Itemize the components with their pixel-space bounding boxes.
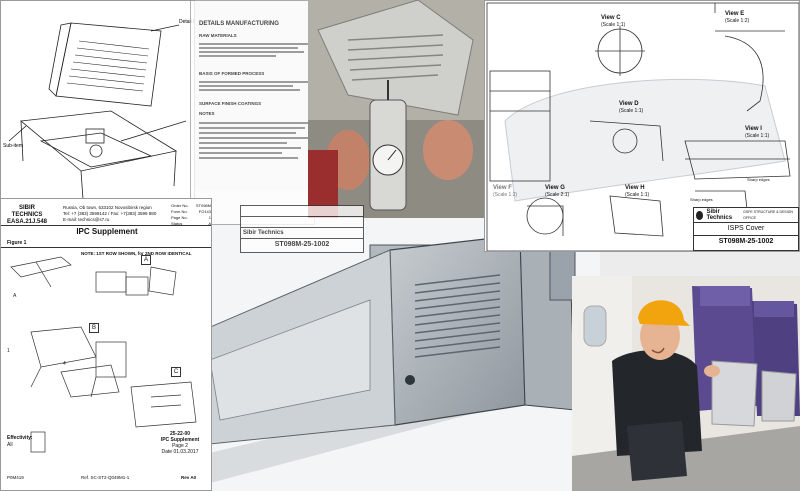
view-f-scale: (Scale 1:2) (493, 192, 518, 198)
ipc-title: IPC Supplement (1, 225, 211, 238)
details-frame-label: Sibir Technics (241, 228, 363, 239)
ipc-logo-line1: SIBIR (18, 205, 35, 211)
svg-text:A: A (13, 293, 17, 299)
view-f-label: View F (493, 185, 512, 191)
cover-drawing-number: ST098M-25-1002 (718, 238, 774, 245)
view-e-scale: (Scale 1:2) (725, 18, 750, 24)
section-raw-materials: RAW MATERIALS (199, 33, 237, 38)
company-sub: GSFE STRUCTURE & DESIGN OFFICE (743, 210, 793, 220)
view-g-label: View G (545, 185, 565, 191)
view-i-scale: (Scale 1:1) (745, 133, 770, 139)
view-g-scale: (Scale 2:1) (545, 192, 570, 198)
technician-cabin-photo (572, 276, 800, 491)
section-surface-finish: SURFACE FINISH COATINGS (199, 101, 262, 106)
isps-cover-drawing: View C (Scale 1:1) View E (Scale 1:2) Vi… (484, 0, 800, 252)
sharp-edges-note: Sharp edges (747, 177, 770, 182)
footer-rev: Rev A0 (181, 475, 197, 480)
effectivity-label: Effectivity: (7, 435, 33, 441)
notes-heading: NOTES (199, 111, 215, 116)
sharp-edges-note-2: Sharp edges (690, 197, 713, 202)
company-name: Sibir Technics (706, 209, 733, 221)
view-h-label: View H (625, 185, 645, 191)
view-d-label: View D (619, 101, 639, 107)
ipc-logo-line2: TECHNICS (11, 212, 43, 218)
ipc-address-3: E-mail: technics@s7.ru (63, 217, 110, 222)
view-e-label: View E (725, 11, 745, 17)
details-manufacturing-sheet: DETAILS MANUFACTURING RAW MATERIALS BASI… (190, 0, 315, 225)
view-c-marker: C (171, 367, 181, 377)
ipc-figure-label: Figure 1 (7, 240, 27, 246)
cover-title-block: Sibir Technics GSFE STRUCTURE & DESIGN O… (693, 207, 799, 251)
cover-title: ISPS Cover (694, 223, 798, 236)
svg-text:Sub-item: Sub-item (3, 143, 23, 149)
footer-ref: Ref. SC-ST2-Q049M1-1 (81, 475, 130, 480)
footer-code: P0M419 (7, 475, 24, 480)
effectivity-value: All (7, 442, 13, 448)
svg-text:1: 1 (7, 348, 10, 354)
details-title: DETAILS MANUFACTURING (199, 21, 279, 27)
view-c-scale: (Scale 1:1) (601, 22, 626, 28)
details-drawing-number: ST098M-25-1002 (274, 241, 330, 248)
svg-text:4: 4 (63, 361, 66, 367)
view-c-label: View C (601, 15, 621, 21)
view-b-marker: B (89, 323, 99, 333)
view-a-marker: A (141, 255, 151, 265)
view-i-label: View I (745, 126, 762, 132)
footer-date: Date 01.03.2017 (161, 449, 199, 455)
view-d-scale: (Scale 1:1) (619, 108, 644, 114)
details-title-block: Sibir Technics ST098M-25-1002 (240, 205, 364, 253)
isometric-seat-drawing: Detail Item Sub-item (0, 0, 195, 205)
company-logo-icon (696, 210, 704, 220)
section-formed-process: BASIS OF FORMED PROCESS (199, 71, 265, 76)
force-gauge-photo (308, 0, 484, 218)
ipc-supplement-sheet: SIBIR TECHNICS EASA.21J.548 Russia, Ob t… (0, 198, 212, 491)
view-h-scale: (Scale 1:1) (625, 192, 650, 198)
